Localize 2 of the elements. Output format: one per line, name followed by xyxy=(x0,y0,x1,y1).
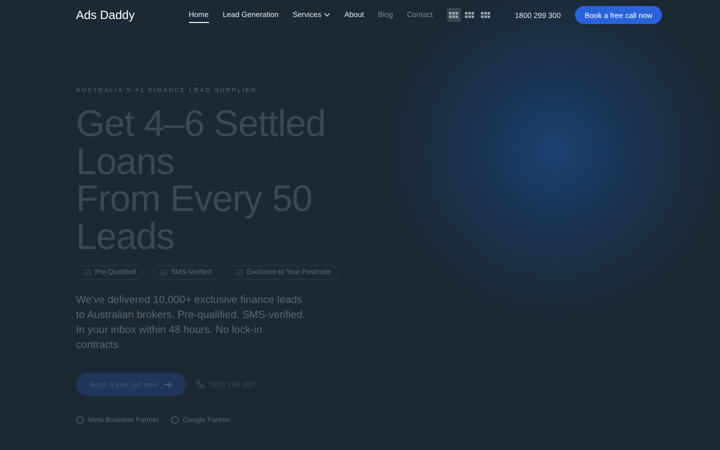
description-text: We've delivered 10,000+ exclusive finance leads to Australian brokers. Pre-qualified. SMS-verified. In your inbox within 48 hours. No lock-in contracts. xyxy=(76,293,306,353)
brand-logo[interactable]: Ads Daddy xyxy=(76,8,135,22)
